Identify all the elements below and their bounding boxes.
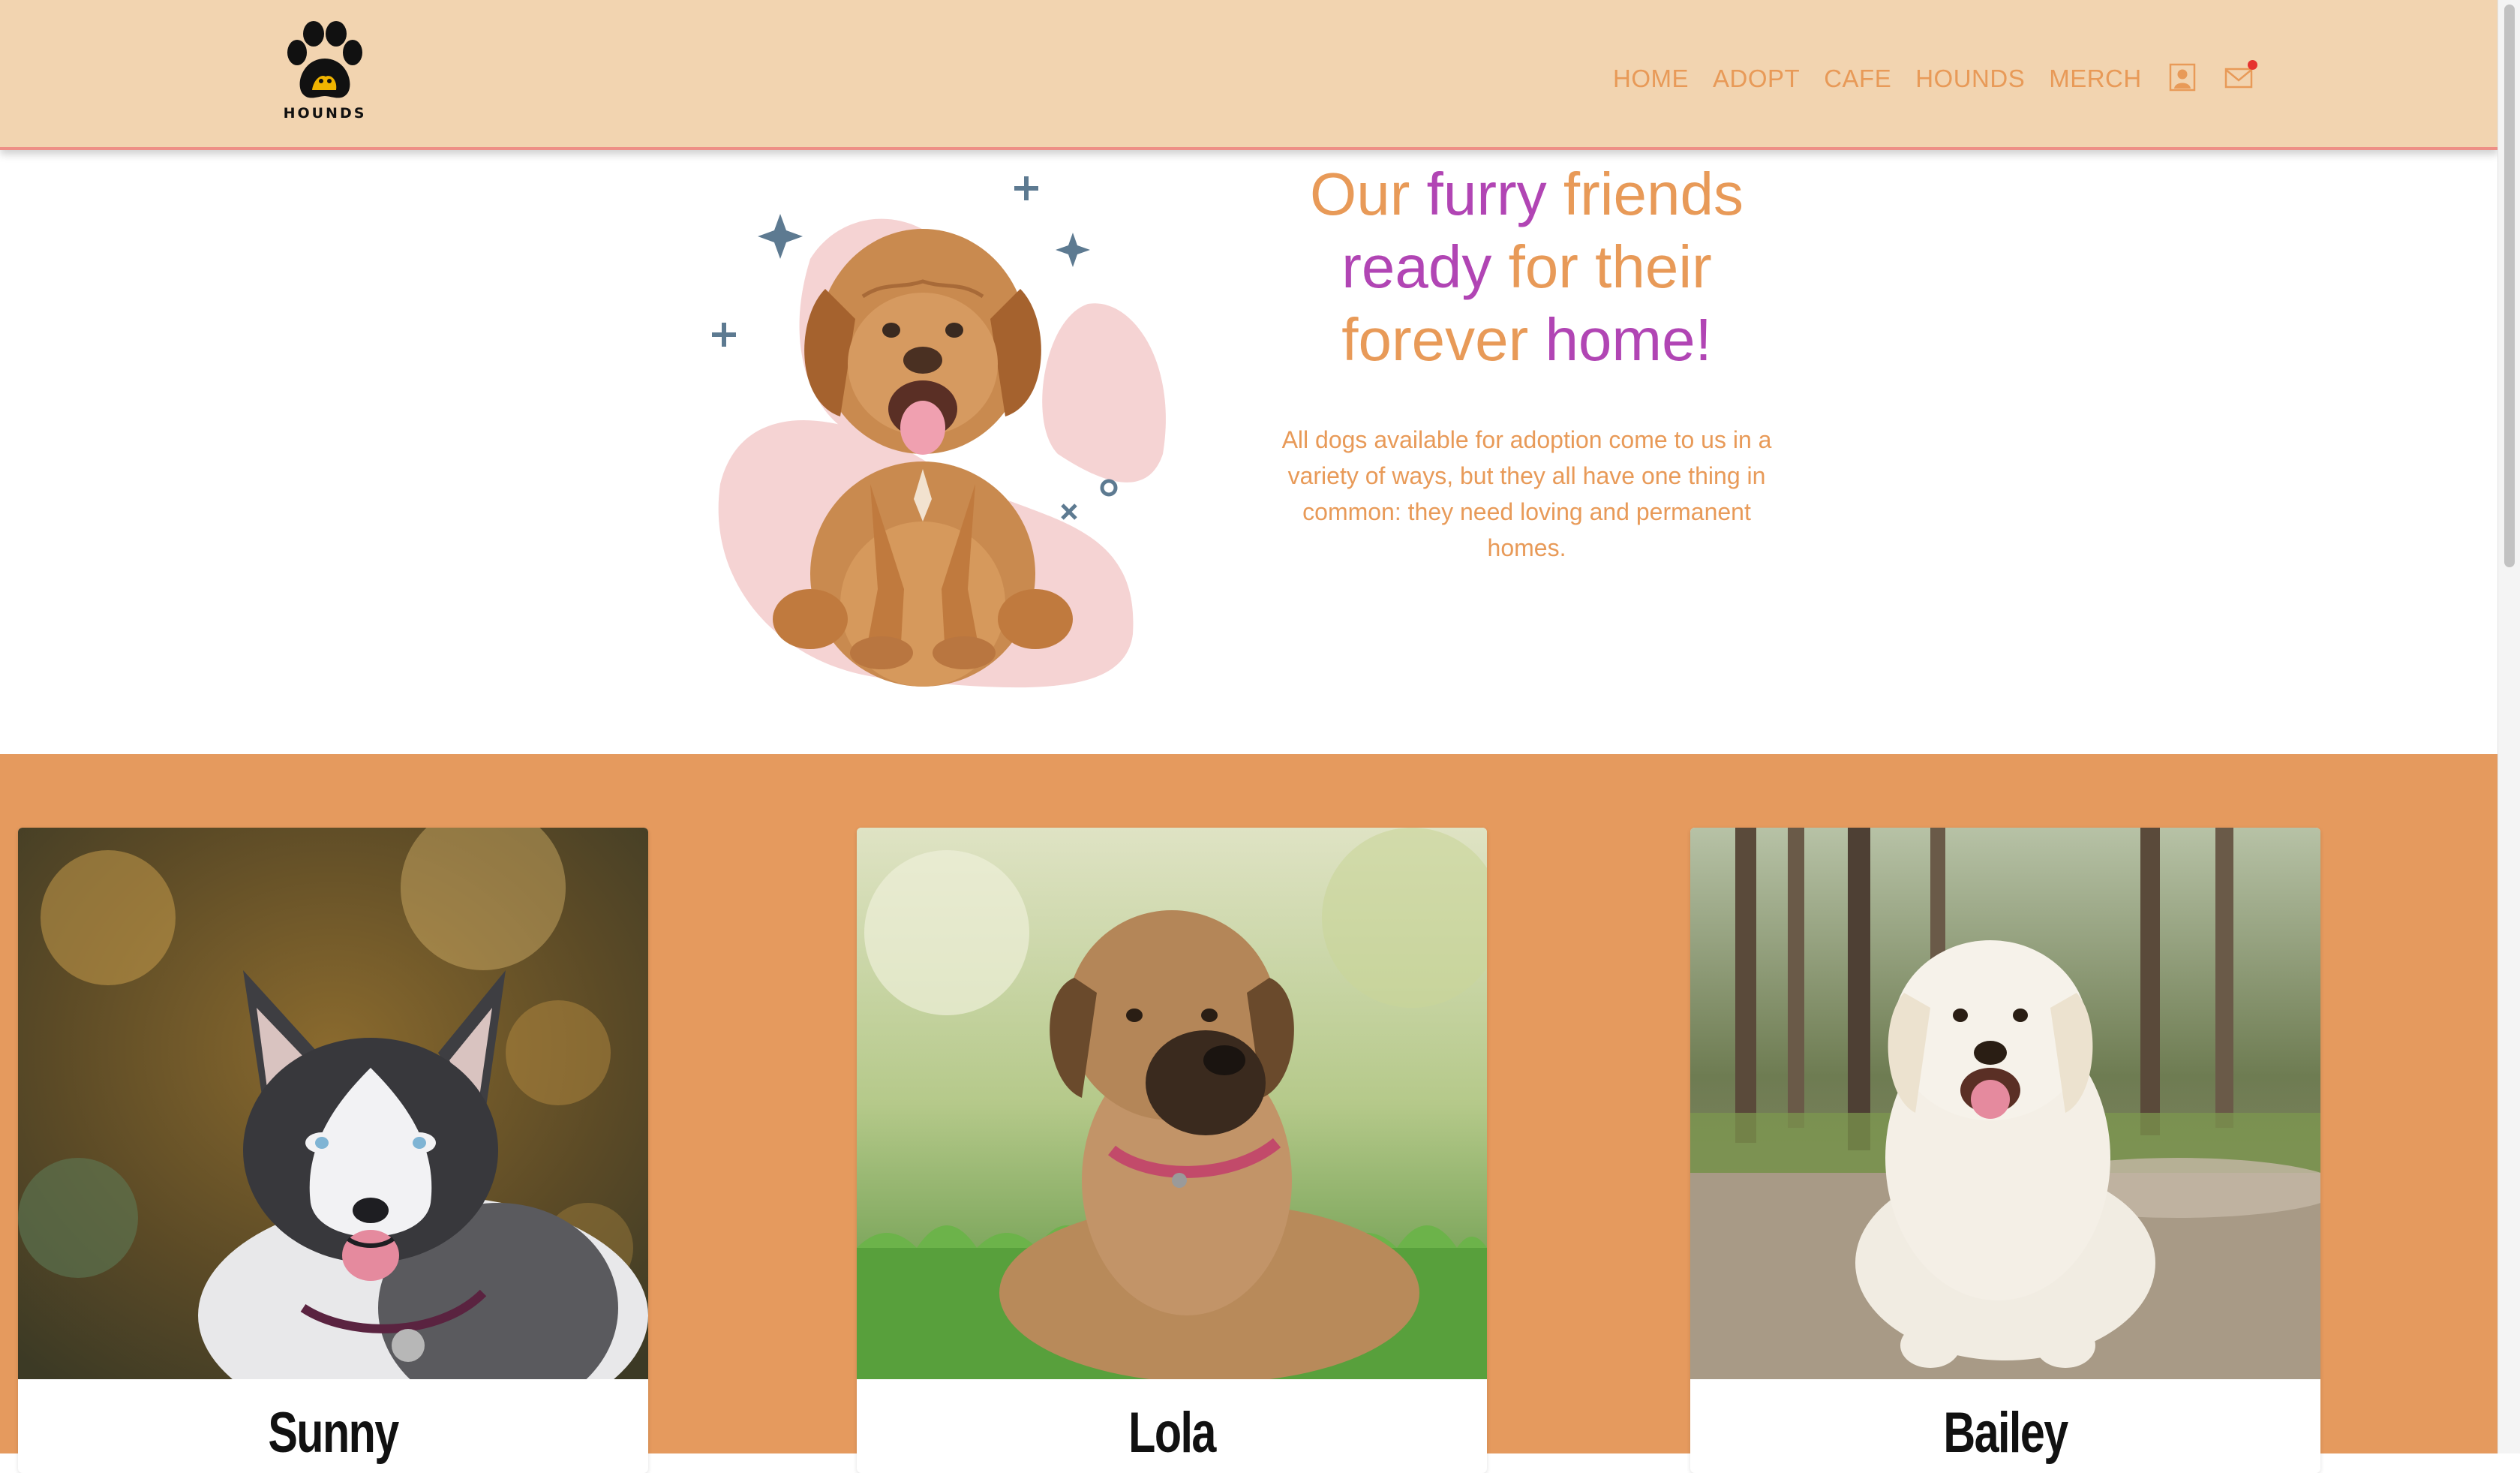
dog-name: Sunny	[268, 1401, 399, 1465]
nav-hounds-link[interactable]: HOUNDS	[1915, 65, 2025, 93]
hero-title-accent: furry	[1426, 161, 1547, 227]
notification-dot	[2247, 59, 2257, 70]
brown-dog-photo	[857, 828, 1487, 1379]
brand-name: HOUNDS	[283, 105, 367, 122]
nav-cafe-link[interactable]: CAFE	[1824, 65, 1891, 93]
hero-title-part: friends	[1546, 161, 1744, 227]
golden-retriever-photo	[1690, 828, 2320, 1379]
main-nav: HOME ADOPT CAFE HOUNDS MERCH	[1613, 59, 2257, 98]
hero-title-accent: ready	[1341, 233, 1492, 300]
hero-title-accent: home!	[1545, 306, 1712, 373]
husky-photo	[18, 828, 648, 1379]
page-scrollbar[interactable]	[2497, 0, 2520, 1453]
nav-merch-link[interactable]: MERCH	[2049, 65, 2142, 93]
dog-name: Bailey	[1943, 1401, 2068, 1465]
site-header: HOUNDS HOME ADOPT CAFE HOUNDS MERCH	[0, 0, 2498, 150]
dog-name: Lola	[1128, 1401, 1216, 1465]
paw-logo-icon	[287, 21, 362, 98]
hero-title-part: Our	[1310, 161, 1427, 227]
mail-icon[interactable]	[2224, 59, 2257, 92]
hero-title: Our furry friends ready for their foreve…	[1245, 158, 1808, 376]
scrollbar-thumb[interactable]	[2504, 5, 2515, 567]
adoptable-dogs-section: Sunny Lola Bailey	[0, 754, 2498, 1473]
dog-card-bailey[interactable]: Bailey	[1690, 828, 2320, 1473]
nav-adopt-link[interactable]: ADOPT	[1713, 65, 1800, 93]
dog-card-lola[interactable]: Lola	[857, 828, 1487, 1473]
hero-description: All dogs available for adoption come to …	[1281, 426, 1772, 561]
hero-puppy-illustration	[698, 169, 1185, 694]
hero-title-part: for their	[1491, 233, 1712, 300]
user-icon[interactable]	[2169, 63, 2196, 95]
hero-title-part: forever	[1341, 306, 1545, 373]
dog-card-sunny[interactable]: Sunny	[18, 828, 648, 1473]
brand-logo[interactable]: HOUNDS	[276, 21, 374, 126]
nav-home-link[interactable]: HOME	[1613, 65, 1689, 93]
